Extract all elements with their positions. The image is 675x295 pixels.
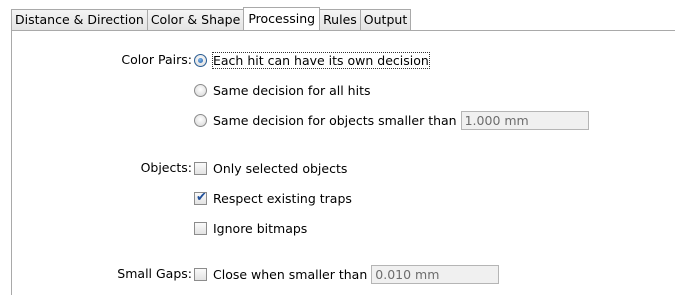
objects-label: Objects: [140, 160, 192, 175]
objects-option-ignore-bitmaps[interactable]: Ignore bitmaps [194, 218, 307, 238]
radio-button-icon[interactable] [194, 83, 207, 97]
option-label: Only selected objects [213, 160, 348, 176]
checkbox-icon[interactable] [194, 221, 207, 235]
processing-panel: Color Pairs: Each hit can have its own d… [11, 30, 675, 295]
checkbox-checked-icon[interactable]: ✔ [194, 189, 207, 205]
small-gaps-option-close[interactable]: Close when smaller than 0.010 mm [194, 264, 500, 284]
color-pairs-option-smaller-than[interactable]: Same decision for objects smaller than 1… [194, 110, 589, 130]
small-gaps-label: Small Gaps: [117, 266, 192, 281]
checkmark-icon: ✔ [196, 189, 207, 205]
option-label: Respect existing traps [213, 190, 352, 206]
option-label: Ignore bitmaps [213, 220, 308, 236]
option-label: Close when smaller than [213, 266, 368, 282]
tab-bar: Distance & Direction Color & Shape Proce… [11, 7, 412, 30]
color-pairs-option-each-hit[interactable]: Each hit can have its own decision [194, 50, 430, 70]
objects-option-only-selected[interactable]: Only selected objects [194, 158, 347, 178]
option-label: Same decision for all hits [213, 82, 371, 98]
objects-option-respect-traps[interactable]: ✔ Respect existing traps [194, 188, 352, 208]
tab-color-shape[interactable]: Color & Shape [146, 9, 245, 30]
color-pairs-option-same-decision-all[interactable]: Same decision for all hits [194, 80, 370, 100]
small-gap-size-field[interactable]: 0.010 mm [371, 264, 500, 284]
color-pairs-label: Color Pairs: [121, 52, 192, 67]
radio-button-selected-icon[interactable] [194, 53, 207, 67]
object-size-field[interactable]: 1.000 mm [460, 110, 589, 130]
tab-distance-direction[interactable]: Distance & Direction [11, 9, 148, 30]
tab-processing[interactable]: Processing [243, 7, 321, 30]
checkbox-icon[interactable] [194, 267, 207, 281]
option-label: Each hit can have its own decision [212, 51, 430, 69]
option-label: Same decision for objects smaller than [213, 112, 457, 128]
tab-rules[interactable]: Rules [319, 9, 361, 30]
tab-output[interactable]: Output [359, 9, 412, 30]
radio-button-icon[interactable] [194, 113, 207, 127]
checkbox-icon[interactable] [194, 161, 207, 175]
